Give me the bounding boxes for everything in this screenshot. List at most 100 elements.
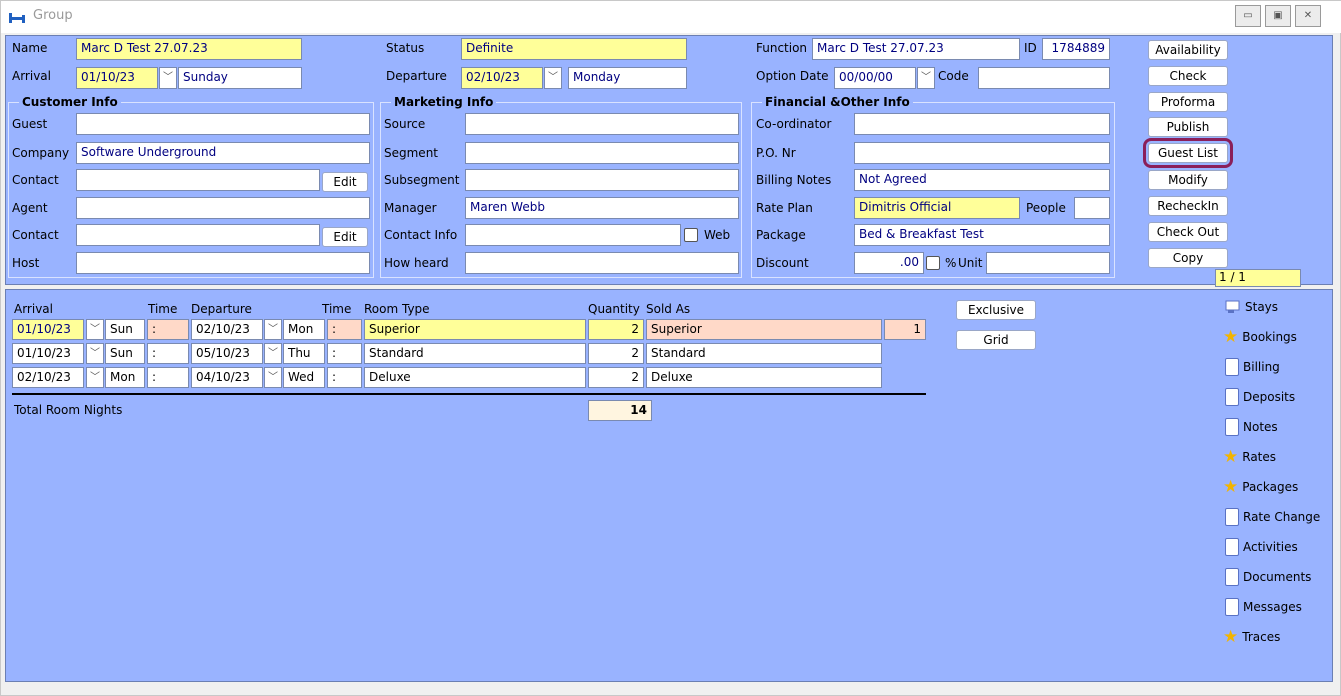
sidebar-filler bbox=[1217, 651, 1323, 681]
row-arrival-day: Mon bbox=[105, 367, 145, 388]
star-icon: ★ bbox=[1223, 446, 1239, 467]
chevron-down-icon[interactable]: ﹀ bbox=[86, 319, 104, 340]
discount-percent-checkbox[interactable] bbox=[926, 256, 940, 270]
row-extra[interactable]: 1 bbox=[884, 319, 926, 340]
row-quantity[interactable]: 2 bbox=[588, 367, 644, 388]
contact-edit-button[interactable]: Edit bbox=[322, 172, 368, 192]
discount-field[interactable]: .00 bbox=[854, 252, 924, 274]
financial-info-title: Financial &Other Info bbox=[762, 95, 913, 109]
close-icon[interactable]: ✕ bbox=[1295, 5, 1321, 27]
rate-plan-field[interactable]: Dimitris Official bbox=[854, 197, 1020, 219]
sidebar-item-rate-change[interactable]: Rate Change bbox=[1219, 502, 1329, 532]
id-field[interactable]: 1784889 bbox=[1042, 38, 1110, 60]
chevron-down-icon[interactable]: ﹀ bbox=[264, 367, 282, 388]
sidebar-item-rates[interactable]: ★ Rates bbox=[1219, 442, 1329, 472]
package-field[interactable]: Bed & Breakfast Test bbox=[854, 224, 1110, 246]
modify-button[interactable]: Modify bbox=[1148, 170, 1228, 190]
chevron-down-icon[interactable]: ﹀ bbox=[917, 67, 935, 89]
arrival-date-field[interactable]: 01/10/23 bbox=[76, 67, 158, 89]
unit-field[interactable] bbox=[986, 252, 1110, 274]
row-room-type[interactable]: Superior bbox=[364, 319, 586, 340]
manager-field[interactable]: Maren Webb bbox=[465, 197, 739, 219]
coordinator-field[interactable] bbox=[854, 113, 1110, 135]
chevron-down-icon[interactable]: ﹀ bbox=[264, 343, 282, 364]
contact-field[interactable] bbox=[76, 169, 320, 191]
name-field[interactable]: Marc D Test 27.07.23 bbox=[76, 38, 302, 60]
agent-field[interactable] bbox=[76, 197, 370, 219]
header-arrival: Arrival bbox=[14, 302, 53, 316]
row-departure-date[interactable]: 04/10/23 bbox=[191, 367, 263, 388]
how-heard-field[interactable] bbox=[465, 252, 739, 274]
row-departure-date[interactable]: 02/10/23 bbox=[191, 319, 263, 340]
row-arrival-date[interactable]: 02/10/23 bbox=[12, 367, 84, 388]
po-field[interactable] bbox=[854, 142, 1110, 164]
sidebar-item-traces[interactable]: ★ Traces bbox=[1219, 622, 1329, 652]
chevron-down-icon[interactable]: ﹀ bbox=[86, 367, 104, 388]
exclusive-button[interactable]: Exclusive bbox=[956, 300, 1036, 320]
check-out-button[interactable]: Check Out bbox=[1148, 222, 1228, 242]
segment-field[interactable] bbox=[465, 142, 739, 164]
availability-button[interactable]: Availability bbox=[1148, 40, 1228, 60]
row-departure-day: Thu bbox=[283, 343, 325, 364]
status-field[interactable]: Definite bbox=[461, 38, 687, 60]
host-field[interactable] bbox=[76, 252, 370, 274]
sidebar-item-deposits[interactable]: Deposits bbox=[1219, 382, 1329, 412]
chevron-down-icon[interactable]: ﹀ bbox=[86, 343, 104, 364]
function-field[interactable]: Marc D Test 27.07.23 bbox=[812, 38, 1020, 60]
sidebar-item-bookings[interactable]: ★ Bookings bbox=[1219, 322, 1329, 352]
chevron-down-icon[interactable]: ﹀ bbox=[264, 319, 282, 340]
check-button[interactable]: Check bbox=[1148, 66, 1228, 86]
agent-contact-field[interactable] bbox=[76, 224, 320, 246]
sidebar-item-messages[interactable]: Messages bbox=[1219, 592, 1329, 622]
chevron-down-icon[interactable]: ﹀ bbox=[159, 67, 177, 89]
row-departure-date[interactable]: 05/10/23 bbox=[191, 343, 263, 364]
row-sold-as[interactable]: Superior bbox=[646, 319, 882, 340]
sidebar-item-packages[interactable]: ★ Packages bbox=[1219, 472, 1329, 502]
contact-info-field[interactable] bbox=[465, 224, 681, 246]
document-icon bbox=[1225, 538, 1239, 556]
row-arrival-date[interactable]: 01/10/23 bbox=[12, 343, 84, 364]
sidebar-item-documents[interactable]: Documents bbox=[1219, 562, 1329, 592]
subsegment-field[interactable] bbox=[465, 169, 739, 191]
copy-button[interactable]: Copy bbox=[1148, 248, 1228, 268]
row-sold-as[interactable]: Deluxe bbox=[646, 367, 882, 388]
row-quantity[interactable]: 2 bbox=[588, 319, 644, 340]
guest-field[interactable] bbox=[76, 113, 370, 135]
row-departure-time[interactable]: : bbox=[327, 343, 362, 364]
guest-list-button[interactable]: Guest List bbox=[1143, 138, 1233, 168]
sidebar-item-stays[interactable]: Stays bbox=[1219, 292, 1329, 322]
maximize-icon[interactable]: ▣ bbox=[1265, 5, 1291, 27]
grid-button[interactable]: Grid bbox=[956, 330, 1036, 350]
row-arrival-time[interactable]: : bbox=[147, 319, 189, 340]
billing-notes-field[interactable]: Not Agreed bbox=[854, 169, 1110, 191]
company-field[interactable]: Software Underground bbox=[76, 142, 370, 164]
row-arrival-time[interactable]: : bbox=[147, 367, 189, 388]
minimize-icon[interactable]: ▭ bbox=[1235, 5, 1261, 27]
row-sold-as[interactable]: Standard bbox=[646, 343, 882, 364]
sidebar-item-notes[interactable]: Notes bbox=[1219, 412, 1329, 442]
row-departure-time[interactable]: : bbox=[327, 319, 362, 340]
people-field[interactable] bbox=[1074, 197, 1110, 219]
row-arrival-date[interactable]: 01/10/23 bbox=[12, 319, 84, 340]
code-field[interactable] bbox=[978, 67, 1110, 89]
guest-label: Guest bbox=[12, 117, 48, 131]
document-icon bbox=[1225, 418, 1239, 436]
option-date-field[interactable]: 00/00/00 bbox=[834, 67, 916, 89]
web-checkbox[interactable] bbox=[684, 228, 698, 242]
sidebar-item-billing[interactable]: Billing bbox=[1219, 352, 1329, 382]
row-departure-time[interactable]: : bbox=[327, 367, 362, 388]
agent-contact-edit-button[interactable]: Edit bbox=[322, 227, 368, 247]
row-quantity[interactable]: 2 bbox=[588, 343, 644, 364]
row-departure-day: Wed bbox=[283, 367, 325, 388]
departure-date-field[interactable]: 02/10/23 bbox=[461, 67, 543, 89]
proforma-button[interactable]: Proforma bbox=[1148, 92, 1228, 112]
row-arrival-time[interactable]: : bbox=[147, 343, 189, 364]
recheckin-button[interactable]: RecheckIn bbox=[1148, 196, 1228, 216]
row-room-type[interactable]: Standard bbox=[364, 343, 586, 364]
row-room-type[interactable]: Deluxe bbox=[364, 367, 586, 388]
header-quantity: Quantity bbox=[588, 302, 640, 316]
sidebar-item-activities[interactable]: Activities bbox=[1219, 532, 1329, 562]
chevron-down-icon[interactable]: ﹀ bbox=[544, 67, 562, 89]
publish-button[interactable]: Publish bbox=[1148, 117, 1228, 137]
source-field[interactable] bbox=[465, 113, 739, 135]
